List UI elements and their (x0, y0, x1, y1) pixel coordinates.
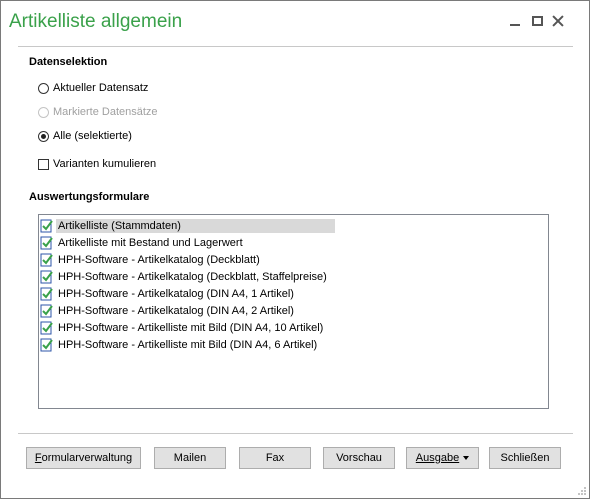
button-label: Ausgabe (415, 452, 460, 464)
schliessen-button[interactable]: Schließen (489, 447, 561, 469)
auswertungsformulare-heading: Auswertungsformulare (29, 191, 150, 203)
report-form-icon (40, 236, 53, 250)
close-icon[interactable] (551, 14, 565, 28)
radio-aktueller-datensatz[interactable]: Aktueller Datensatz (38, 80, 148, 96)
radio-label: Alle (selektierte) (53, 130, 132, 142)
list-item-label: HPH-Software - Artikelkatalog (Deckblatt… (58, 254, 260, 266)
report-form-list[interactable]: Artikelliste (Stammdaten) Artikelliste m… (38, 214, 549, 409)
radio-button[interactable] (38, 130, 49, 142)
mailen-button[interactable]: Mailen (154, 447, 226, 469)
button-label: ormularverwaltung (41, 452, 133, 464)
formularverwaltung-button[interactable]: Formularverwaltung (26, 447, 141, 469)
list-item[interactable]: HPH-Software - Artikelkatalog (Deckblatt… (40, 269, 330, 285)
resize-grip-icon[interactable] (577, 486, 587, 496)
list-item-label: HPH-Software - Artikelkatalog (DIN A4, 2… (58, 305, 294, 317)
fax-button[interactable]: Fax (239, 447, 311, 469)
radio-alle-selektierte[interactable]: Alle (selektierte) (38, 128, 132, 144)
list-item[interactable]: HPH-Software - Artikelkatalog (Deckblatt… (40, 252, 263, 268)
title-divider (18, 46, 573, 47)
report-form-icon (40, 253, 53, 267)
dropdown-caret-icon (463, 456, 470, 460)
window-title: Artikelliste allgemein (9, 11, 183, 32)
report-form-icon (40, 270, 53, 284)
list-item-label: Artikelliste (Stammdaten) (56, 219, 335, 233)
button-bar-divider (18, 433, 573, 434)
list-item-label: Artikelliste mit Bestand und Lagerwert (58, 237, 243, 249)
list-item[interactable]: HPH-Software - Artikelkatalog (DIN A4, 2… (40, 303, 297, 319)
maximize-icon[interactable] (530, 14, 544, 28)
list-item[interactable]: HPH-Software - Artikelliste mit Bild (DI… (40, 320, 326, 336)
list-item[interactable]: HPH-Software - Artikelliste mit Bild (DI… (40, 337, 320, 353)
vorschau-button[interactable]: Vorschau (323, 447, 395, 469)
button-label: Schließen (500, 452, 550, 464)
report-form-icon (40, 321, 53, 335)
checkbox-label: Varianten kumulieren (53, 158, 157, 170)
list-item[interactable]: HPH-Software - Artikelkatalog (DIN A4, 1… (40, 286, 297, 302)
report-form-icon (40, 287, 53, 301)
radio-button (38, 106, 49, 118)
list-item-label: HPH-Software - Artikelkatalog (DIN A4, 1… (58, 288, 294, 300)
button-mnemonic: F (34, 452, 42, 464)
dialog-window: Artikelliste allgemein Datenselektion Ak… (0, 0, 590, 499)
title-bar[interactable]: Artikelliste allgemein (1, 1, 589, 43)
list-item[interactable]: Artikelliste (Stammdaten) (40, 218, 335, 234)
report-form-icon (40, 338, 53, 352)
list-item-label: HPH-Software - Artikelliste mit Bild (DI… (58, 339, 318, 351)
minimize-icon[interactable] (508, 14, 522, 28)
ausgabe-dropdown-button[interactable]: Ausgabe (406, 447, 479, 469)
report-form-icon (40, 219, 53, 233)
list-item-label: HPH-Software - Artikelkatalog (Deckblatt… (58, 271, 327, 283)
button-label: Vorschau (336, 452, 382, 464)
list-item-label: HPH-Software - Artikelliste mit Bild (DI… (58, 322, 324, 334)
radio-button[interactable] (38, 82, 49, 94)
radio-label: Aktueller Datensatz (53, 82, 149, 94)
radio-markierte-datensaetze: Markierte Datensätze (38, 104, 158, 120)
button-label: Fax (265, 452, 285, 464)
checkbox-varianten-kumulieren[interactable]: Varianten kumulieren (38, 156, 156, 172)
report-form-icon (40, 304, 53, 318)
checkbox[interactable] (38, 158, 49, 170)
datenselektion-heading: Datenselektion (29, 56, 108, 68)
button-label: Mailen (173, 452, 207, 464)
list-item[interactable]: Artikelliste mit Bestand und Lagerwert (40, 235, 246, 251)
radio-label: Markierte Datensätze (53, 106, 158, 118)
